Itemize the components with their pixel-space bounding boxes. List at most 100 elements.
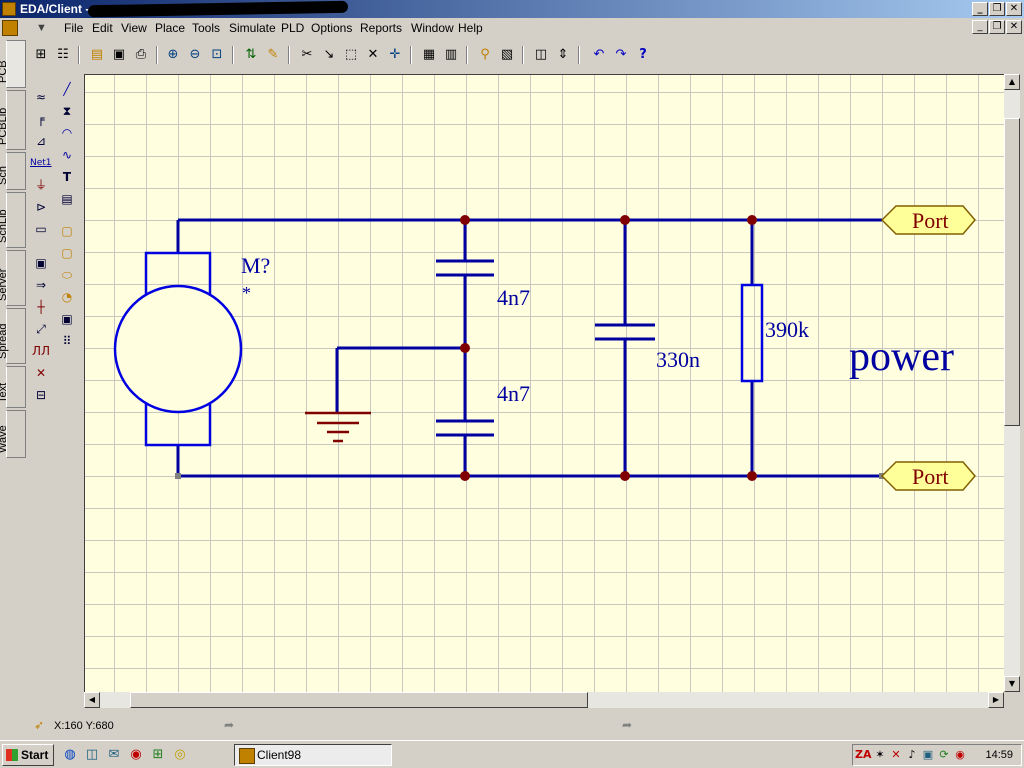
horizontal-scroll-thumb[interactable] [130, 692, 588, 708]
cut-icon[interactable]: ✂ [298, 46, 316, 64]
doc-minimize-button[interactable]: _ [972, 20, 988, 34]
menu-reports[interactable]: Reports [360, 21, 402, 35]
zoom-fit-icon[interactable]: ⊡ [208, 46, 226, 64]
no-connect-icon[interactable]: ✕ [32, 364, 50, 382]
tab-spread[interactable]: Spread [0, 308, 26, 364]
menu-pld[interactable]: PLD [281, 21, 304, 35]
annotate-icon[interactable]: ⚲ [476, 46, 494, 64]
security-icon[interactable]: ✕ [889, 748, 903, 762]
text-icon[interactable]: T [58, 168, 76, 186]
app-shortcut-icon[interactable]: ◉ [128, 747, 144, 763]
network-icon[interactable]: ✶ [873, 748, 887, 762]
tab-server[interactable]: Server [0, 250, 26, 306]
probe-icon[interactable]: ✎ [264, 46, 282, 64]
windows-icon[interactable]: ⊞ [150, 747, 166, 763]
menu-help[interactable]: Help [458, 21, 483, 35]
explorer-icon[interactable]: ◫ [84, 747, 100, 763]
menu-tools[interactable]: Tools [192, 21, 220, 35]
display-icon[interactable]: ▣ [921, 748, 935, 762]
back-annotate-icon[interactable]: ▧ [498, 46, 516, 64]
net-label-icon[interactable]: Net1 [30, 154, 52, 172]
tab-pcb[interactable]: PCB [0, 40, 26, 88]
document-icon[interactable] [2, 20, 18, 36]
port-top[interactable]: Port [880, 205, 976, 235]
tab-pcblib[interactable]: PCBLib [0, 90, 26, 150]
menu-window[interactable]: Window [411, 21, 454, 35]
scroll-up-arrow[interactable]: ▲ [1004, 74, 1020, 90]
deselect-icon[interactable]: ✕ [364, 46, 382, 64]
arc-icon[interactable]: ◠ [58, 124, 76, 142]
text-frame-icon[interactable]: ▤ [58, 190, 76, 208]
library-icon[interactable]: ▦ [420, 46, 438, 64]
vertical-scroll-thumb[interactable] [1004, 118, 1020, 426]
place-wire-icon[interactable]: ≈ [32, 88, 50, 106]
tab-wave[interactable]: Wave [0, 410, 26, 458]
capacitor-c2[interactable] [436, 419, 494, 437]
round-rectangle-icon[interactable]: ▢ [58, 244, 76, 262]
capacitor-c1[interactable] [436, 259, 494, 277]
print-icon[interactable]: ⎙ [132, 46, 150, 64]
paste-icon[interactable]: ↘ [320, 46, 338, 64]
pie-icon[interactable]: ◔ [58, 288, 76, 306]
up-down-hierarchy-icon[interactable]: ⇅ [242, 46, 260, 64]
restore-button[interactable]: ❐ [989, 2, 1005, 16]
tab-schlib[interactable]: SchLib [0, 192, 26, 248]
ground-power-icon[interactable]: ⏚ [32, 176, 50, 194]
probe-directive-icon[interactable]: ⊟ [32, 386, 50, 404]
schematic-canvas[interactable]: M? * 4n7 4n7 330n 390k Port Port power [84, 74, 1004, 692]
junction-icon[interactable]: ┼ [32, 298, 50, 316]
sheet-entry-icon[interactable]: ⇒ [32, 276, 50, 294]
close-button[interactable]: ✕ [1006, 2, 1022, 16]
place-port-icon[interactable]: ⊳ [32, 198, 50, 216]
sheet-symbol-icon[interactable]: ▣ [32, 254, 50, 272]
place-bus-icon[interactable]: ╒ [32, 110, 50, 128]
browse-library-icon[interactable]: ▥ [442, 46, 460, 64]
place-part-icon[interactable]: ▭ [32, 220, 50, 238]
save-icon[interactable]: ▣ [110, 46, 128, 64]
no-erc-icon[interactable]: ⤢ [32, 320, 50, 338]
select-area-icon[interactable]: ⬚ [342, 46, 360, 64]
tab-sch[interactable]: Sch [0, 152, 26, 190]
ellipse-icon[interactable]: ⬭ [58, 266, 76, 284]
doc-close-button[interactable]: ✕ [1006, 20, 1022, 34]
antivirus-icon[interactable]: ◉ [953, 748, 967, 762]
polygon-icon[interactable]: ⧗ [58, 102, 76, 120]
ground-symbol[interactable] [305, 411, 371, 443]
graphic-icon[interactable]: ▣ [58, 310, 76, 328]
vertical-scrollbar[interactable]: ▲ ▼ [1004, 74, 1020, 692]
volume-icon[interactable]: ♪ [905, 748, 919, 762]
start-button[interactable]: Start [2, 744, 54, 766]
sheet-icon[interactable]: ⇕ [554, 46, 572, 64]
menu-file[interactable]: File [64, 21, 83, 35]
horizontal-scrollbar[interactable]: ◀ ▶ [84, 692, 1004, 708]
task-client98[interactable]: Client98 [234, 744, 392, 766]
help-icon[interactable]: ? [634, 46, 652, 64]
undo-icon[interactable]: ↶ [590, 46, 608, 64]
menu-dropdown-icon[interactable]: ▼ [36, 22, 47, 34]
port-bottom[interactable]: Port [880, 461, 976, 491]
menu-view[interactable]: View [121, 21, 147, 35]
place-bus-entry-icon[interactable]: ⊿ [32, 132, 50, 150]
bezier-icon[interactable]: ∿ [58, 146, 76, 164]
array-icon[interactable]: ⠿ [58, 332, 76, 350]
browser-icon[interactable]: ◍ [62, 747, 78, 763]
capacitor-c3[interactable] [595, 323, 655, 341]
menu-options[interactable]: Options [311, 21, 352, 35]
design-manager-icon[interactable]: ⊞ [32, 46, 50, 64]
pcb-layout-icon[interactable]: ЛЛ [32, 342, 50, 360]
outlook-icon[interactable]: ✉ [106, 747, 122, 763]
line-icon[interactable]: ╱ [58, 80, 76, 98]
power-net-label[interactable]: power [849, 334, 954, 380]
menu-simulate[interactable]: Simulate [229, 21, 276, 35]
media-icon[interactable]: ◎ [172, 747, 188, 763]
motor-symbol[interactable] [113, 251, 243, 447]
component-icon[interactable]: ◫ [532, 46, 550, 64]
tab-text[interactable]: Text [0, 366, 26, 408]
menu-place[interactable]: Place [155, 21, 185, 35]
zonealarm-icon[interactable]: ZA [855, 748, 872, 762]
zoom-in-icon[interactable]: ⊕ [164, 46, 182, 64]
scroll-down-arrow[interactable]: ▼ [1004, 676, 1020, 692]
resistor-r1[interactable] [740, 283, 764, 383]
doc-restore-button[interactable]: ❐ [989, 20, 1005, 34]
minimize-button[interactable]: _ [972, 2, 988, 16]
